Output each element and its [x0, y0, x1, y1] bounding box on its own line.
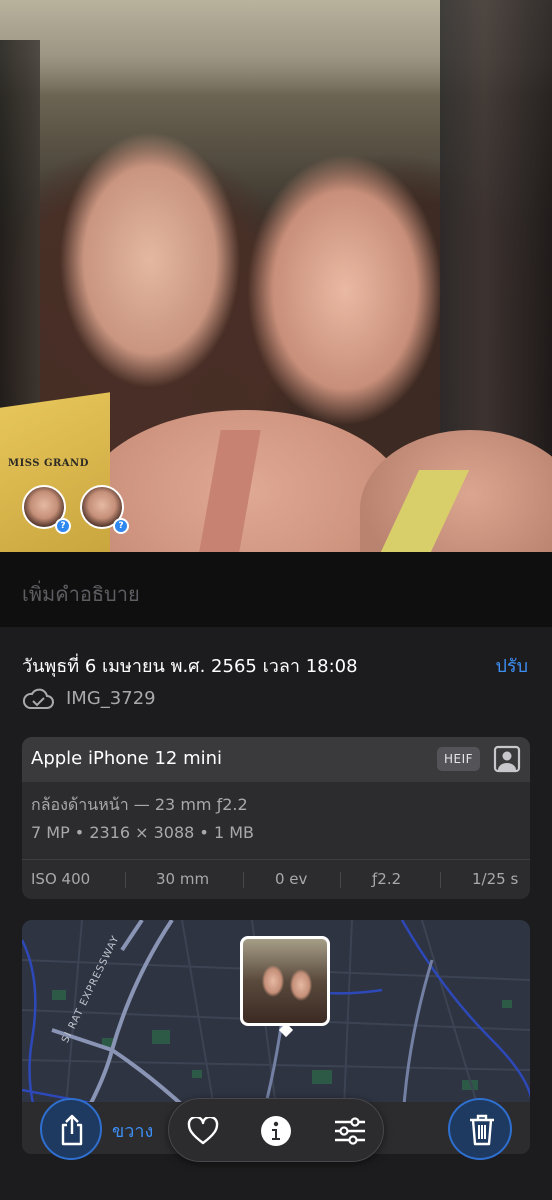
map-photo-thumbnail[interactable] [240, 936, 330, 1026]
exif-exposure-value: 0 ev [275, 870, 308, 888]
adjust-date-button[interactable]: ปรับ [495, 651, 528, 680]
photo-view[interactable]: MISS GRAND ? ? [0, 0, 552, 552]
photo-pillar-left [0, 40, 40, 420]
camera-lens: กล้องด้านหน้า — 23 mm ƒ2.2 [31, 795, 248, 814]
toolbar-pill [168, 1098, 384, 1162]
exif-separator [440, 872, 441, 888]
delete-button[interactable] [448, 1098, 512, 1160]
format-badge: HEIF [437, 747, 481, 771]
card-divider [22, 859, 530, 860]
face-tag-1[interactable]: ? [22, 485, 71, 534]
share-icon [61, 1114, 83, 1146]
exif-focal-length: 30 mm [156, 870, 210, 888]
map-location-name[interactable]: ขวาง [112, 1116, 153, 1145]
camera-specs: 7 MP • 2316 × 3088 • 1 MB [31, 823, 254, 842]
portrait-icon [493, 745, 521, 773]
share-button[interactable] [40, 1098, 102, 1160]
exif-shutter-speed: 1/25 s [472, 870, 519, 888]
adjust-icon[interactable] [333, 1117, 367, 1145]
exif-aperture: ƒ2.2 [372, 870, 402, 888]
cloud-icon [22, 688, 54, 709]
heart-icon[interactable] [187, 1117, 219, 1145]
caption-input[interactable]: เพิ่มคำอธิบาย [22, 578, 140, 610]
face-tag-2-badge: ? [113, 518, 129, 534]
trash-icon [470, 1114, 494, 1146]
info-icon[interactable] [260, 1115, 292, 1147]
exif-separator [340, 872, 341, 888]
photo-sash-text: MISS GRAND [8, 458, 89, 469]
face-tag-2[interactable]: ? [80, 485, 129, 534]
photo-date: วันพุธที่ 6 เมษายน พ.ศ. 2565 เวลา 18:08 [22, 656, 358, 677]
exif-separator [243, 872, 244, 888]
face-tag-1-badge: ? [55, 518, 71, 534]
file-name: IMG_3729 [66, 688, 156, 709]
exif-iso: ISO 400 [31, 870, 91, 888]
camera-info-card: Apple iPhone 12 mini HEIF กล้องด้านหน้า … [22, 737, 530, 899]
camera-device: Apple iPhone 12 mini [31, 748, 223, 769]
exif-separator [125, 872, 126, 888]
